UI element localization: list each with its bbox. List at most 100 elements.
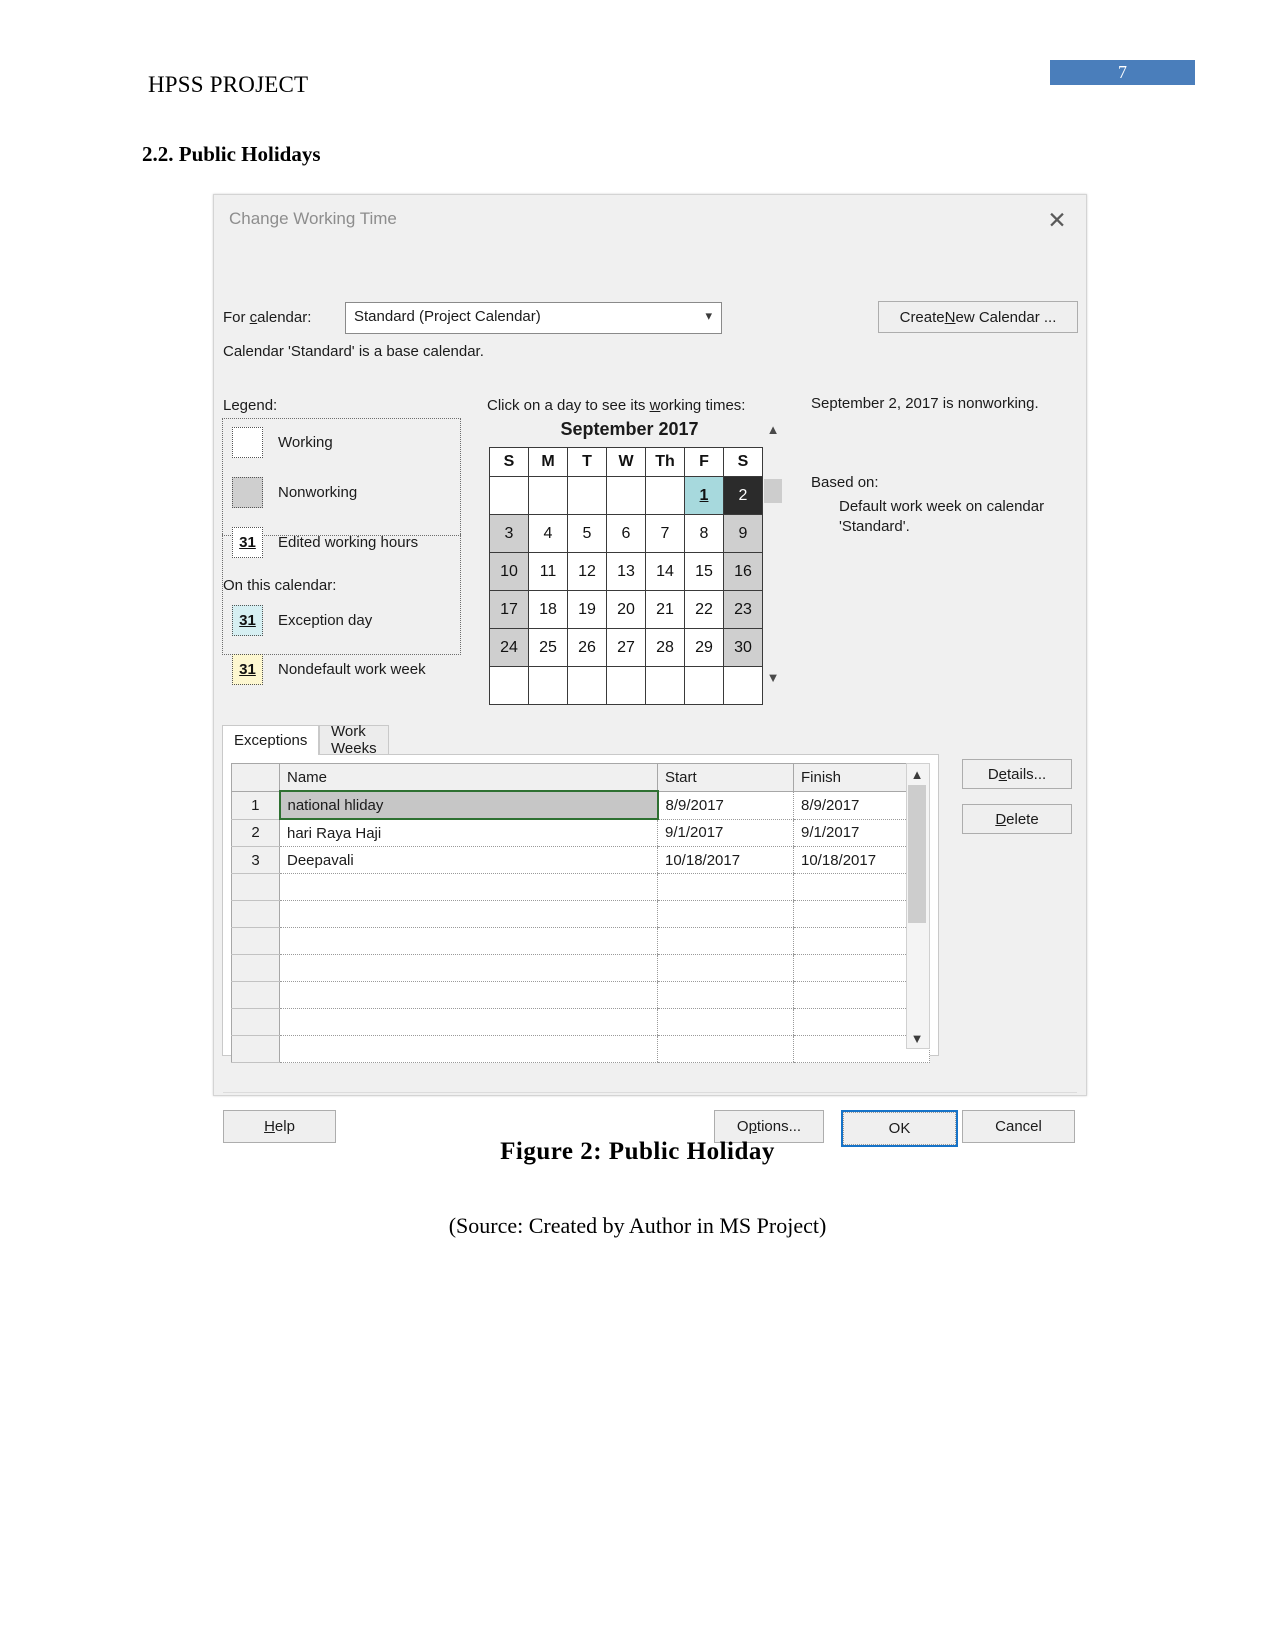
calendar-scrollbar[interactable]: ▲ ▼: [762, 419, 784, 687]
calendar-day-9[interactable]: 9: [723, 514, 763, 553]
exception-start-cell[interactable]: [657, 873, 794, 901]
calendar-day-8[interactable]: 8: [684, 514, 724, 553]
calendar-week-row: [489, 666, 763, 705]
exceptions-scrollbar[interactable]: ▲ ▼: [906, 763, 930, 1049]
calendar-day-2[interactable]: 2: [723, 476, 763, 515]
table-row[interactable]: [231, 1008, 930, 1036]
calendar-grid[interactable]: S M T W Th F S 1 2 3 4 5 6 7 8 9 10 11 12 13 14 15 16 17 18 19 20…: [489, 447, 763, 705]
calendar-day-28[interactable]: 28: [645, 628, 685, 667]
close-icon[interactable]: ✕: [1040, 205, 1074, 235]
exception-name-cell[interactable]: [279, 873, 658, 901]
calendar-day-17[interactable]: 17: [489, 590, 529, 629]
exception-start-cell[interactable]: [657, 900, 794, 928]
section-heading: 2.2. Public Holidays: [142, 142, 321, 166]
chevron-down-icon[interactable]: ▼: [762, 667, 784, 687]
calendar-day-15[interactable]: 15: [684, 552, 724, 591]
calendar-weekday-3: W: [606, 447, 646, 477]
table-row[interactable]: 2 hari Raya Haji 9/1/2017 9/1/2017: [231, 819, 930, 847]
calendar-day-3[interactable]: 3: [489, 514, 529, 553]
calendar-day-7[interactable]: 7: [645, 514, 685, 553]
table-row[interactable]: [231, 981, 930, 1009]
calendar-day-25[interactable]: 25: [528, 628, 568, 667]
exception-start-cell[interactable]: [657, 1035, 794, 1063]
calendar-day-27[interactable]: 27: [606, 628, 646, 667]
calendar-scroll-thumb[interactable]: [764, 479, 782, 503]
exception-start-cell[interactable]: [657, 954, 794, 982]
calendar-day-23[interactable]: 23: [723, 590, 763, 629]
exceptions-scroll-thumb[interactable]: [908, 785, 926, 923]
calendar-day-24[interactable]: 24: [489, 628, 529, 667]
exceptions-table[interactable]: Name Start Finish 1 national hliday 8/9/20…: [231, 763, 930, 1063]
row-index-cell[interactable]: [231, 873, 280, 901]
calendar-day-22[interactable]: 22: [684, 590, 724, 629]
calendar-day-4[interactable]: 4: [528, 514, 568, 553]
calendar-day-29[interactable]: 29: [684, 628, 724, 667]
exception-name-cell[interactable]: Deepavali: [279, 846, 658, 874]
delete-button[interactable]: Delete: [962, 804, 1072, 834]
table-row[interactable]: [231, 873, 930, 901]
table-row[interactable]: [231, 900, 930, 928]
exception-start-cell[interactable]: [657, 1008, 794, 1036]
calendar-day-30[interactable]: 30: [723, 628, 763, 667]
tab-exceptions[interactable]: Exceptions: [222, 725, 320, 755]
calendar-day-5[interactable]: 5: [567, 514, 607, 553]
footer-separator: [223, 1092, 1077, 1093]
details-button[interactable]: De tails...: [962, 759, 1072, 789]
table-row[interactable]: [231, 1035, 930, 1063]
exception-name-cell[interactable]: [279, 900, 658, 928]
row-index-cell[interactable]: [231, 1035, 280, 1063]
calendar-day-18[interactable]: 18: [528, 590, 568, 629]
column-header-name[interactable]: Name: [279, 763, 658, 792]
calendar-day-26[interactable]: 26: [567, 628, 607, 667]
exception-name-cell[interactable]: [279, 954, 658, 982]
calendar-day-19[interactable]: 19: [567, 590, 607, 629]
exception-start-cell[interactable]: [657, 927, 794, 955]
create-new-calendar-button[interactable]: Create New Calendar ...: [878, 301, 1078, 333]
day-status-text: September 2, 2017 is nonworking.: [811, 395, 1039, 412]
calendar-select-value: Standard (Project Calendar): [354, 308, 541, 325]
source-caption: (Source: Created by Author in MS Project…: [448, 1213, 827, 1238]
row-index-cell[interactable]: 1: [231, 791, 280, 820]
row-index-cell[interactable]: [231, 1008, 280, 1036]
calendar-day-20[interactable]: 20: [606, 590, 646, 629]
row-index-cell[interactable]: [231, 954, 280, 982]
calendar-day-12[interactable]: 12: [567, 552, 607, 591]
table-row[interactable]: [231, 954, 930, 982]
table-row[interactable]: 1 national hliday 8/9/2017 8/9/2017: [231, 790, 930, 820]
exception-name-cell[interactable]: [279, 1008, 658, 1036]
table-row[interactable]: [231, 927, 930, 955]
exception-name-cell[interactable]: [279, 1035, 658, 1063]
exception-name-cell[interactable]: [279, 927, 658, 955]
calendar-day-13[interactable]: 13: [606, 552, 646, 591]
tab-work-weeks[interactable]: Work Weeks: [319, 723, 389, 757]
row-index-cell[interactable]: [231, 981, 280, 1009]
exception-start-cell[interactable]: 10/18/2017: [657, 846, 794, 874]
chevron-up-icon[interactable]: ▲: [762, 419, 784, 439]
exception-name-cell[interactable]: [279, 981, 658, 1009]
row-index-cell[interactable]: 3: [231, 846, 280, 874]
exception-name-cell[interactable]: national hliday: [278, 790, 659, 820]
exception-start-cell[interactable]: 8/9/2017: [657, 791, 794, 820]
chevron-up-icon[interactable]: ▲: [907, 764, 927, 784]
calendar-day-1[interactable]: 1: [684, 476, 724, 515]
calendar-select[interactable]: Standard (Project Calendar) ▾: [345, 302, 722, 334]
chevron-down-icon[interactable]: ▼: [907, 1028, 927, 1048]
calendar-day-14[interactable]: 14: [645, 552, 685, 591]
row-index-cell[interactable]: [231, 927, 280, 955]
row-index-cell[interactable]: 2: [231, 819, 280, 847]
column-header-start[interactable]: Start: [657, 763, 794, 792]
calendar-day-16[interactable]: 16: [723, 552, 763, 591]
legend-swatch-exception-day: 31: [232, 605, 263, 636]
legend-swatch-working: [232, 427, 263, 458]
table-row[interactable]: 3 Deepavali 10/18/2017 10/18/2017: [231, 846, 930, 874]
calendar-day-6[interactable]: 6: [606, 514, 646, 553]
exception-start-cell[interactable]: [657, 981, 794, 1009]
calendar-day-10[interactable]: 10: [489, 552, 529, 591]
row-index-cell[interactable]: [231, 900, 280, 928]
for-calendar-label: For calendar:: [223, 309, 312, 326]
calendar-day-11[interactable]: 11: [528, 552, 568, 591]
calendar-day-21[interactable]: 21: [645, 590, 685, 629]
calendar-hint: Click on a day to see its working times:: [487, 397, 746, 414]
exception-name-cell[interactable]: hari Raya Haji: [279, 819, 658, 847]
exception-start-cell[interactable]: 9/1/2017: [657, 819, 794, 847]
